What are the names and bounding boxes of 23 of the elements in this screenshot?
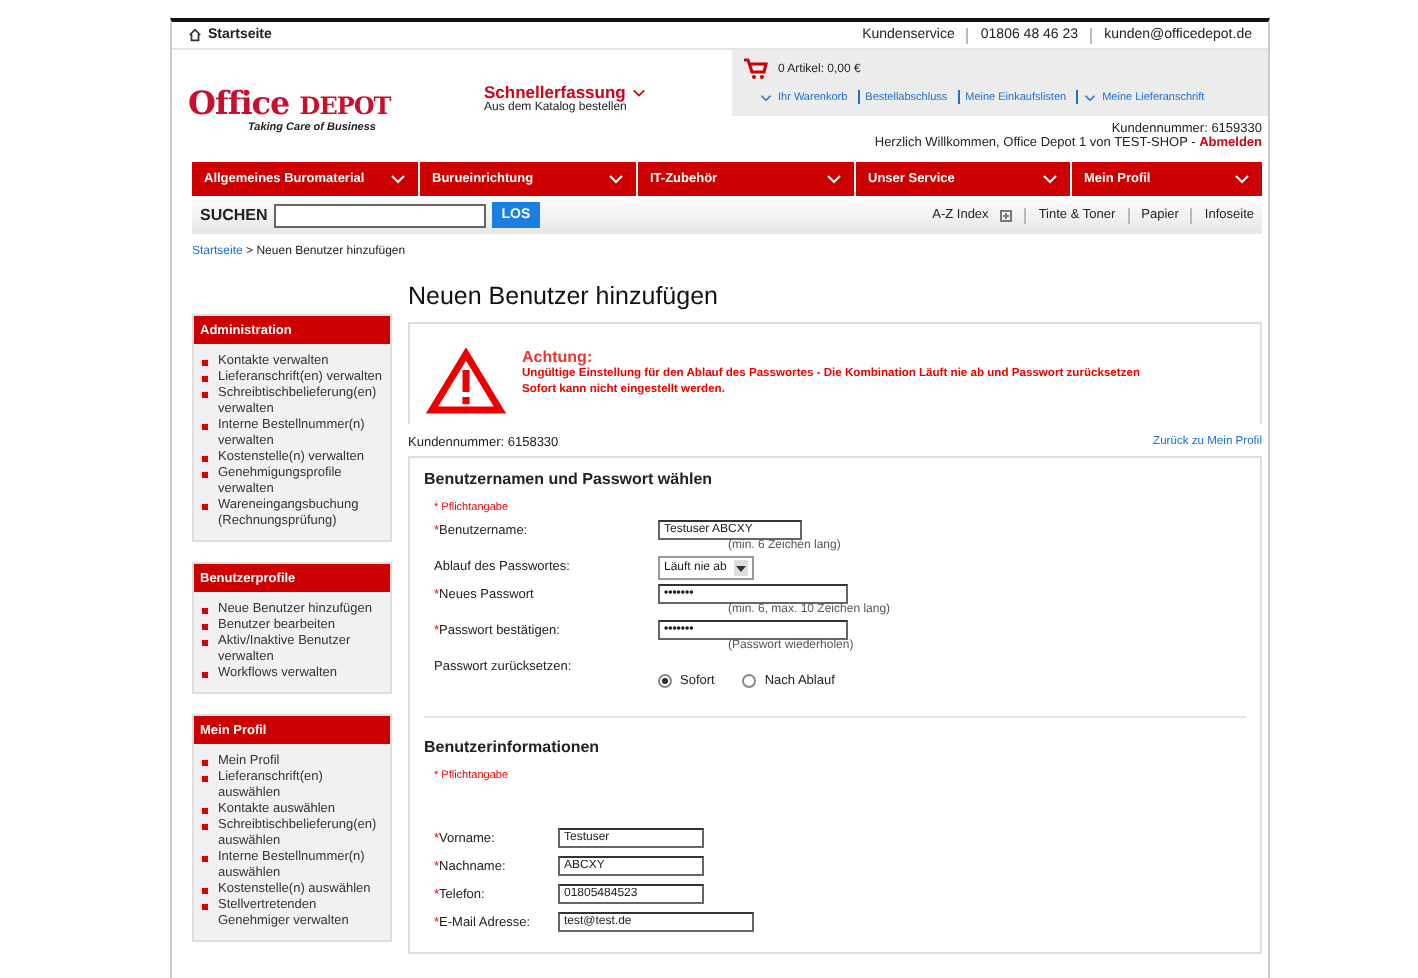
chevron-icon [390, 174, 406, 184]
expand-icon [1000, 209, 1013, 221]
cart-icon[interactable] [744, 58, 768, 80]
section-heading: Benutzernamen und Passwort wählen [424, 470, 715, 488]
chevron-icon [760, 93, 772, 101]
chevron-icon [608, 174, 624, 184]
warning-icon [426, 348, 506, 416]
home-icon [188, 28, 202, 42]
chevron-icon [1042, 174, 1058, 184]
chevron-icon [1234, 174, 1250, 184]
chevron-icon [631, 87, 646, 97]
quick-entry-link[interactable]: Schnellerfassung [484, 82, 732, 102]
page-title: Neuen Benutzer hinzufügen [408, 282, 720, 310]
radio-button[interactable] [658, 674, 672, 688]
search-label: SUCHEN [200, 206, 268, 224]
search-field[interactable] [273, 203, 486, 227]
alert-title: Achtung: [522, 348, 595, 366]
chevron-icon [1084, 93, 1097, 101]
logo[interactable]: Office DEPOT [188, 84, 468, 122]
section-heading: Benutzerinformationen [424, 738, 602, 756]
chevron-icon [826, 174, 842, 184]
radio-button[interactable] [742, 674, 757, 688]
caret-icon [736, 565, 747, 571]
